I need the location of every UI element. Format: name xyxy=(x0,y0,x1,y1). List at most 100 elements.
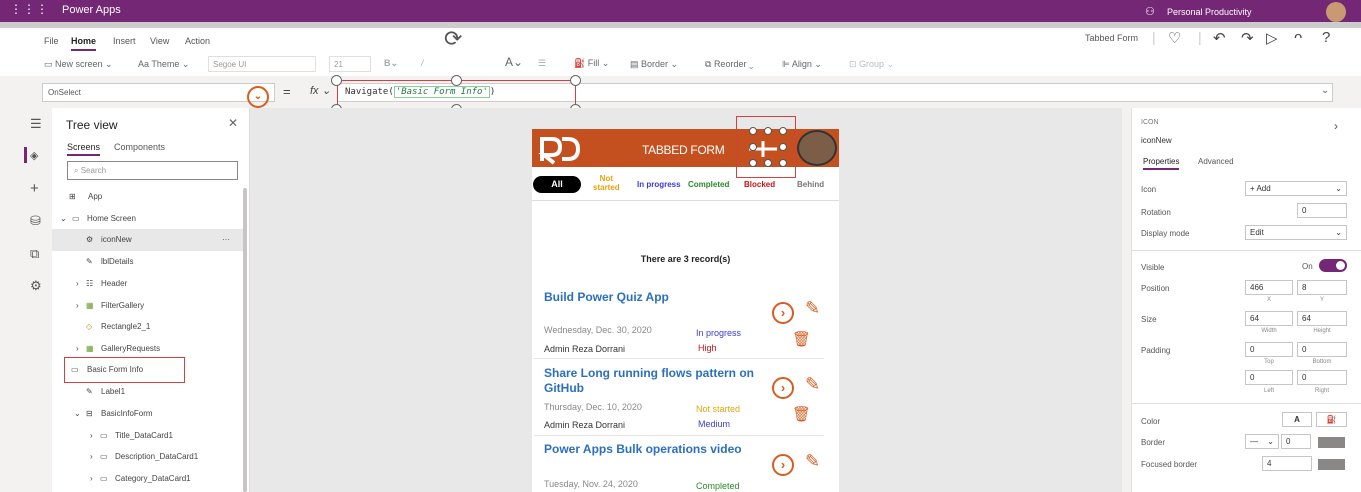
more-options-icon[interactable]: ··· xyxy=(222,235,230,244)
tree-item-home-screen[interactable]: ⌄ ▭ Home Screen xyxy=(52,208,244,230)
tree-item-basicinfoform[interactable]: ⌄ ⊟ BasicInfoForm xyxy=(52,403,244,425)
menu-insert[interactable]: Insert xyxy=(113,36,136,46)
tree-scrollbar[interactable] xyxy=(243,188,247,492)
play-icon[interactable]: ▷ xyxy=(1266,29,1278,47)
property-dropdown[interactable]: OnSelect ⌄ xyxy=(42,83,275,108)
resize-handle[interactable] xyxy=(764,159,772,167)
border-thickness-input[interactable]: 0 xyxy=(1281,434,1311,449)
padding-right-input[interactable]: 0 xyxy=(1297,370,1347,385)
edit-icon[interactable]: ✎ xyxy=(805,451,820,472)
filter-not-started[interactable]: Not started xyxy=(593,174,620,192)
resize-handle[interactable] xyxy=(451,75,462,86)
bold-button[interactable]: B⌄ xyxy=(384,58,398,69)
resize-handle[interactable] xyxy=(764,127,772,135)
filter-blocked[interactable]: Blocked xyxy=(744,180,775,189)
hamburger-icon[interactable]: ☰ xyxy=(30,116,42,132)
group-button[interactable]: ⊡ Group ⌄ xyxy=(849,59,894,70)
resize-handle[interactable] xyxy=(570,75,581,86)
visible-toggle[interactable] xyxy=(1319,259,1347,272)
resize-handle[interactable] xyxy=(749,143,757,151)
chevron-right-icon[interactable]: › xyxy=(772,302,794,324)
fill-button[interactable]: ⛽ Fill ⌄ xyxy=(574,58,609,69)
resize-handle[interactable] xyxy=(749,127,757,135)
padding-left-input[interactable]: 0 xyxy=(1245,370,1293,385)
close-icon[interactable]: ✕ xyxy=(228,116,238,130)
chevron-right-icon[interactable]: › xyxy=(1334,119,1338,133)
rotation-input[interactable]: 0 xyxy=(1297,203,1347,218)
edit-icon[interactable]: ✎ xyxy=(805,298,820,319)
tree-item-description-datacard1[interactable]: › ▭ Description_DataCard1 xyxy=(52,446,244,468)
tree-item-category-datacard1[interactable]: › ▭ Category_DataCard1 xyxy=(52,468,244,490)
media-icon[interactable]: ⧉ xyxy=(30,246,39,262)
tab-advanced[interactable]: Advanced xyxy=(1198,157,1234,166)
padding-bottom-input[interactable]: 0 xyxy=(1297,342,1347,357)
text-align-button[interactable]: ☰ xyxy=(538,58,546,69)
tree-item-app[interactable]: ⊞ App xyxy=(52,186,244,208)
canvas-scrollbar[interactable] xyxy=(1122,108,1131,492)
edit-icon[interactable]: ✎ xyxy=(805,374,820,395)
new-screen-button[interactable]: ▭ New screen ⌄ xyxy=(44,59,113,70)
display-mode-dropdown[interactable]: Edit ⌄ xyxy=(1245,225,1347,240)
undo-icon[interactable]: ↶ xyxy=(1213,29,1226,47)
layers-icon[interactable]: ◈ xyxy=(30,149,38,162)
theme-button[interactable]: Aa Theme ⌄ xyxy=(138,59,189,70)
tree-item-title-datacard1[interactable]: › ▭ Title_DataCard1 xyxy=(52,425,244,447)
tree-item-label1[interactable]: ✎ Label1 xyxy=(52,381,244,403)
filter-all[interactable]: All xyxy=(533,176,581,193)
focused-border-color-swatch[interactable] xyxy=(1318,459,1345,470)
tab-properties[interactable]: Properties xyxy=(1143,157,1180,170)
filter-behind[interactable]: Behind xyxy=(797,180,824,189)
user-avatar[interactable] xyxy=(1326,2,1346,22)
app-checker-icon[interactable]: ♡ xyxy=(1168,29,1181,47)
font-color-button[interactable]: A⌄ xyxy=(505,55,523,69)
tree-item-rectangle2-1[interactable]: ◇ Rectangle2_1 xyxy=(52,316,244,338)
advanced-tools-icon[interactable]: ⚙ xyxy=(30,278,42,294)
delete-icon[interactable]: 🗑 xyxy=(792,405,811,423)
menu-file[interactable]: File xyxy=(44,36,59,46)
tree-item-filtergallery[interactable]: › ▦ FilterGallery xyxy=(52,295,244,317)
expand-formula-icon[interactable]: ⌄ xyxy=(1321,85,1329,96)
resize-handle[interactable] xyxy=(749,159,757,167)
resize-handle[interactable] xyxy=(331,75,342,86)
resize-handle[interactable] xyxy=(779,159,787,167)
data-icon[interactable]: ⛁ xyxy=(30,213,41,229)
font-size-input[interactable]: 21 xyxy=(329,56,371,72)
focused-border-input[interactable]: 4 xyxy=(1262,456,1312,471)
width-input[interactable]: 64 xyxy=(1245,311,1293,326)
padding-top-input[interactable]: 0 xyxy=(1245,342,1293,357)
tree-item-lbldetails[interactable]: ✎ lblDetails xyxy=(52,251,244,273)
icon-dropdown[interactable]: + Add ⌄ xyxy=(1245,181,1347,196)
height-input[interactable]: 64 xyxy=(1297,311,1347,326)
fill-color-picker[interactable]: ⛽ xyxy=(1316,412,1347,427)
control-name[interactable]: iconNew xyxy=(1141,136,1172,145)
filter-completed[interactable]: Completed xyxy=(688,180,729,189)
menu-action[interactable]: Action xyxy=(185,36,210,46)
font-color-picker[interactable]: A xyxy=(1282,412,1312,427)
insert-plus-icon[interactable]: + xyxy=(30,180,39,197)
menu-home[interactable]: Home xyxy=(71,36,97,51)
resize-handle[interactable] xyxy=(779,127,787,135)
redo-icon[interactable]: ↷ xyxy=(1241,29,1254,47)
tree-item-header[interactable]: › ☷ Header xyxy=(52,273,244,295)
tree-item-iconnew[interactable]: ⚙ iconNew ··· xyxy=(52,229,244,251)
position-x-input[interactable]: 466 xyxy=(1245,280,1293,295)
tree-search-input[interactable]: ⌕ Search xyxy=(67,161,238,180)
tab-screens[interactable]: Screens xyxy=(67,142,101,156)
tab-components[interactable]: Components xyxy=(114,142,165,152)
font-dropdown[interactable]: Segoe UI xyxy=(208,56,316,72)
filter-in-progress[interactable]: In progress xyxy=(637,180,681,189)
resize-handle[interactable] xyxy=(779,143,787,151)
menu-view[interactable]: View xyxy=(150,36,169,46)
position-y-input[interactable]: 8 xyxy=(1297,280,1347,295)
chevron-right-icon[interactable]: › xyxy=(772,454,794,476)
italic-button[interactable]: / xyxy=(421,58,424,68)
chevron-right-icon[interactable]: › xyxy=(772,377,794,399)
border-button[interactable]: ▤ Border ⌄ xyxy=(630,59,678,70)
fx-button[interactable]: fx ⌄ xyxy=(310,84,331,97)
reorder-button[interactable]: ⧉ Reorder ⌄ xyxy=(705,59,753,70)
help-icon[interactable]: ? xyxy=(1322,29,1330,46)
border-color-swatch[interactable] xyxy=(1318,437,1345,448)
align-button[interactable]: ⊫ Align ⌄ xyxy=(782,59,822,70)
app-launcher-icon[interactable]: ⋮⋮⋮ xyxy=(10,2,49,16)
border-style-dropdown[interactable]: — ⌄ xyxy=(1245,434,1279,449)
